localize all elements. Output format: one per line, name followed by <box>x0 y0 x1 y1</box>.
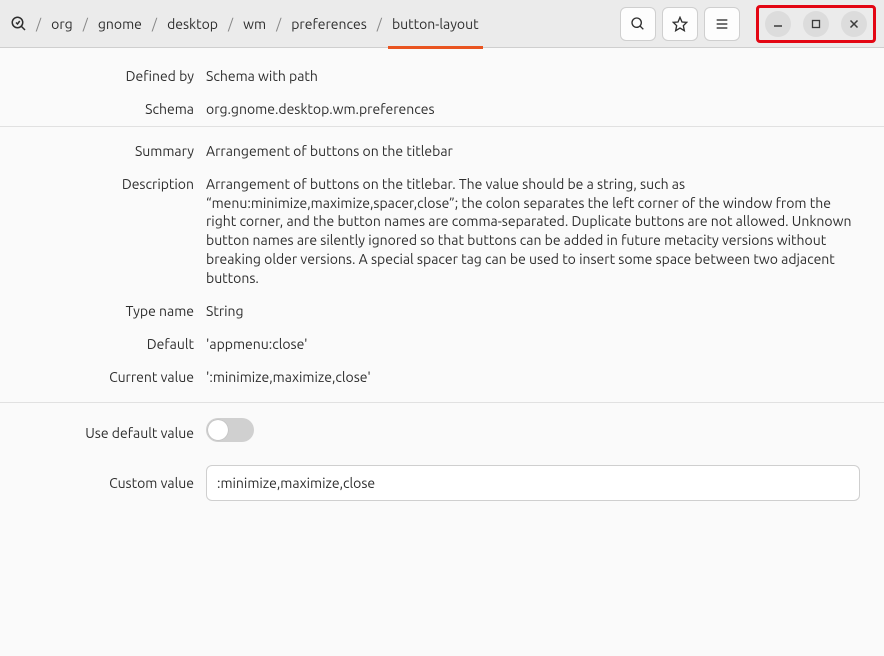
label-schema: Schema <box>16 100 206 119</box>
row-description: Description Arrangement of buttons on th… <box>16 168 868 295</box>
breadcrumb-item-gnome[interactable]: gnome <box>94 8 146 40</box>
breadcrumb-item-desktop[interactable]: desktop <box>163 8 222 40</box>
breadcrumb-item-org[interactable]: org <box>47 8 77 40</box>
label-custom-value: Custom value <box>16 465 206 501</box>
label-use-default: Use default value <box>16 418 206 442</box>
value-defined-by: Schema with path <box>206 67 868 86</box>
breadcrumb-separator: / <box>224 16 237 32</box>
label-default: Default <box>16 335 206 354</box>
window-maximize-button[interactable] <box>803 11 829 37</box>
window-minimize-button[interactable] <box>765 11 791 37</box>
label-summary: Summary <box>16 142 206 161</box>
star-icon <box>672 16 688 32</box>
breadcrumb-item-button-layout[interactable]: button-layout <box>388 8 483 40</box>
breadcrumb: / org / gnome / desktop / wm / preferenc… <box>8 8 616 40</box>
row-default: Default 'appmenu:close' <box>16 328 868 361</box>
label-defined-by: Defined by <box>16 67 206 86</box>
value-type-name: String <box>206 302 868 321</box>
header-actions <box>620 7 740 41</box>
search-button[interactable] <box>620 7 656 41</box>
label-type-name: Type name <box>16 302 206 321</box>
hamburger-icon <box>714 16 730 32</box>
minimize-icon <box>773 19 783 29</box>
row-custom-value: Custom value <box>16 449 868 508</box>
breadcrumb-separator: / <box>272 16 285 32</box>
menu-button[interactable] <box>704 7 740 41</box>
toggle-knob <box>208 420 228 440</box>
value-default: 'appmenu:close' <box>206 335 868 354</box>
breadcrumb-item-preferences[interactable]: preferences <box>287 8 371 40</box>
breadcrumb-item-wm[interactable]: wm <box>239 8 270 40</box>
row-schema: Schema org.gnome.desktop.wm.preferences <box>16 93 868 126</box>
label-description: Description <box>16 175 206 288</box>
row-use-default: Use default value <box>16 411 868 449</box>
section-edit: Use default value Custom value <box>0 403 884 508</box>
window-controls-highlight <box>756 5 876 43</box>
breadcrumb-separator: / <box>79 16 92 32</box>
search-icon <box>630 16 646 32</box>
row-type-name: Type name String <box>16 295 868 328</box>
value-description: Arrangement of buttons on the titlebar. … <box>206 175 868 288</box>
section-info: Summary Arrangement of buttons on the ti… <box>0 127 884 403</box>
close-icon <box>849 19 859 29</box>
row-current-value: Current value ':minimize,maximize,close' <box>16 361 868 394</box>
header-bar: / org / gnome / desktop / wm / preferenc… <box>0 0 884 48</box>
row-defined-by: Defined by Schema with path <box>16 60 868 93</box>
row-summary: Summary Arrangement of buttons on the ti… <box>16 135 868 168</box>
value-current-value: ':minimize,maximize,close' <box>206 368 868 387</box>
window-close-button[interactable] <box>841 11 867 37</box>
label-current-value: Current value <box>16 368 206 387</box>
content-area: Defined by Schema with path Schema org.g… <box>0 48 884 508</box>
breadcrumb-separator: / <box>373 16 386 32</box>
use-default-toggle[interactable] <box>206 418 254 442</box>
breadcrumb-separator: / <box>148 16 161 32</box>
bookmark-button[interactable] <box>662 7 698 41</box>
breadcrumb-separator: / <box>32 16 45 32</box>
maximize-icon <box>811 19 821 29</box>
value-schema: org.gnome.desktop.wm.preferences <box>206 100 868 119</box>
section-schema: Defined by Schema with path Schema org.g… <box>0 60 884 127</box>
custom-value-input[interactable] <box>206 465 860 501</box>
value-summary: Arrangement of buttons on the titlebar <box>206 142 868 161</box>
app-icon[interactable] <box>8 13 30 35</box>
